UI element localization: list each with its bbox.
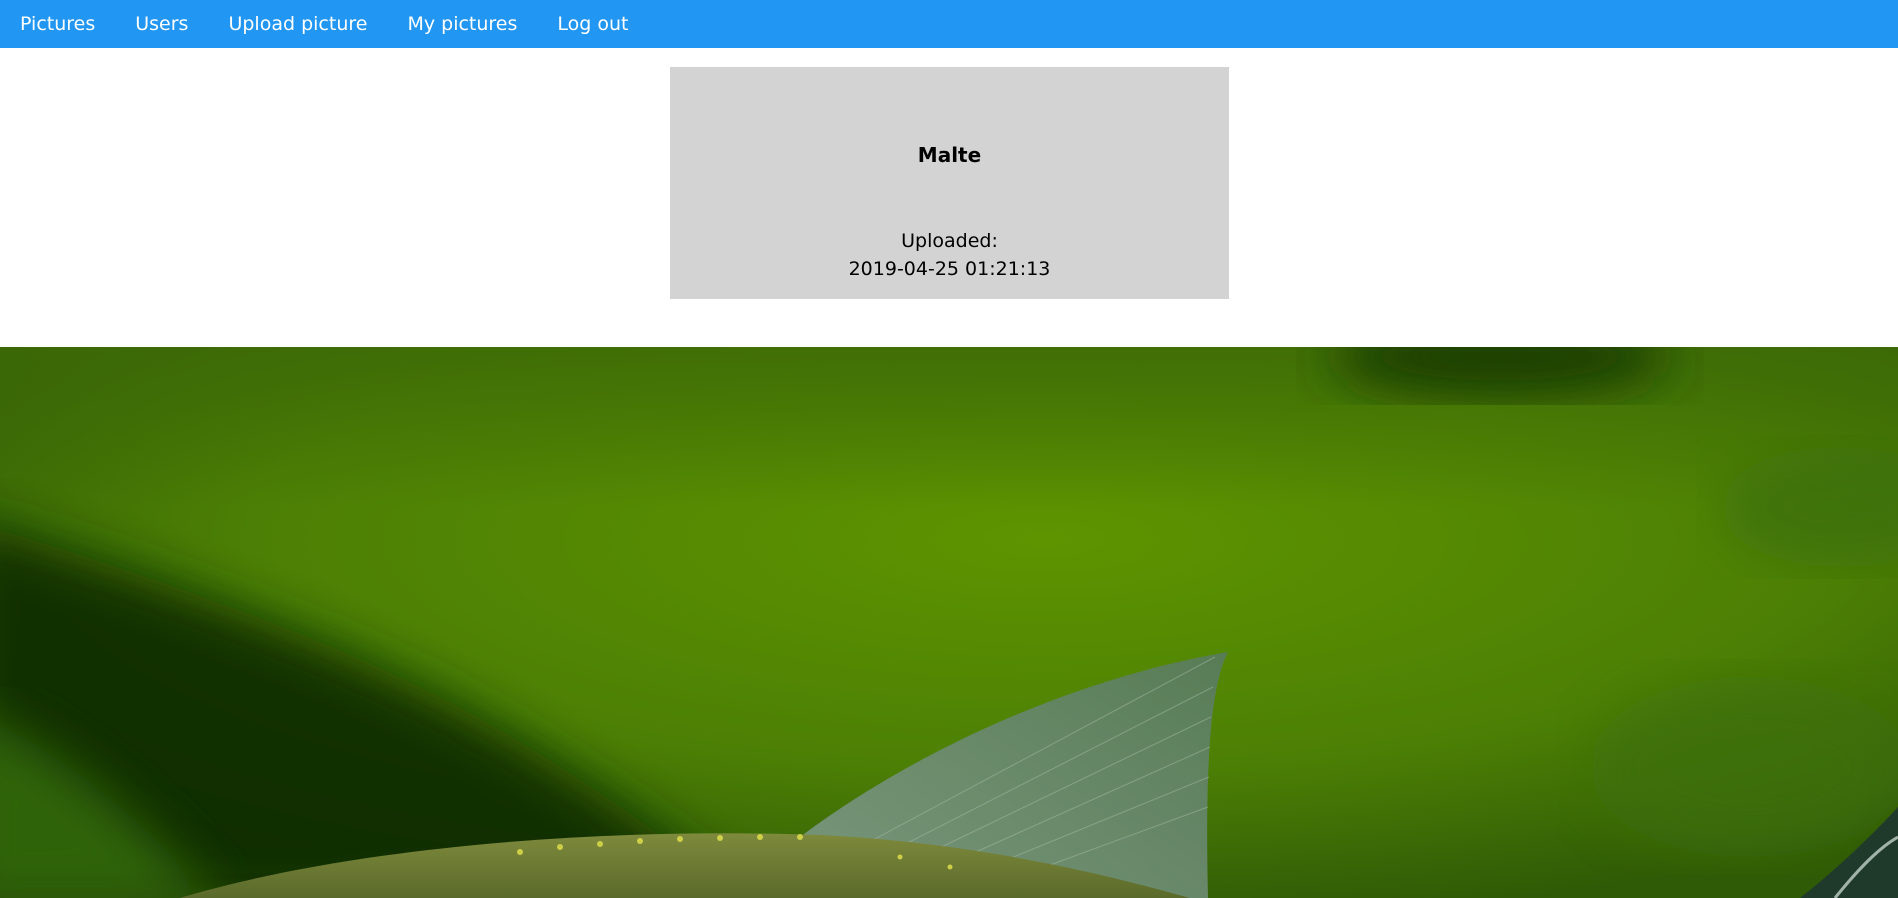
nav-link-my-pictures[interactable]: My pictures bbox=[387, 0, 537, 48]
top-navbar: Pictures Users Upload picture My picture… bbox=[0, 0, 1898, 48]
fish-photo bbox=[0, 347, 1898, 898]
uploaded-timestamp: 2019-04-25 01:21:13 bbox=[848, 258, 1051, 280]
picture-info-card: Malte Uploaded: 2019-04-25 01:21:13 bbox=[670, 67, 1229, 299]
nav-link-pictures[interactable]: Pictures bbox=[0, 0, 115, 48]
nav-link-users[interactable]: Users bbox=[115, 0, 208, 48]
uploader-username: Malte bbox=[917, 143, 982, 167]
picture-image bbox=[0, 347, 1898, 898]
nav-link-upload-picture[interactable]: Upload picture bbox=[208, 0, 387, 48]
nav-link-log-out[interactable]: Log out bbox=[537, 0, 648, 48]
uploaded-label: Uploaded: bbox=[901, 230, 998, 252]
upload-info: Uploaded: 2019-04-25 01:21:13 bbox=[670, 227, 1229, 283]
